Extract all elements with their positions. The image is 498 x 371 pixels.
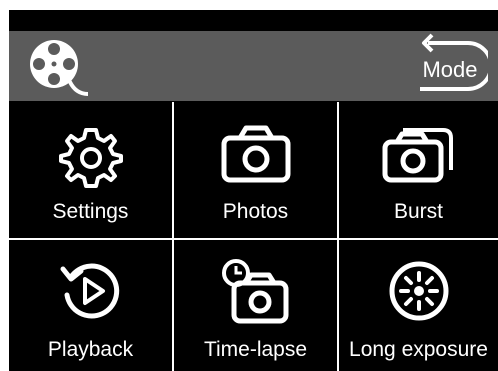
mode-label: Mode <box>422 57 478 82</box>
film-reel-icon <box>30 40 88 96</box>
settings-tile[interactable]: Settings <box>9 102 172 238</box>
aperture-icon <box>389 261 448 321</box>
burst-tile[interactable]: Burst <box>339 102 498 238</box>
time-lapse-label: Time-lapse <box>203 338 308 361</box>
gear-icon <box>58 128 123 188</box>
timer-camera-icon <box>221 259 288 324</box>
time-lapse-tile[interactable]: Time-lapse <box>174 240 337 371</box>
playback-label: Playback <box>47 338 134 361</box>
burst-camera-icon <box>382 128 453 183</box>
burst-label: Burst <box>393 200 443 223</box>
playback-tile[interactable]: Playback <box>9 240 172 371</box>
camera-screen: Mode Settings Photos Burst Playback Time… <box>9 10 498 371</box>
menu-grid: Settings Photos Burst Playback Time-laps… <box>9 102 498 371</box>
photos-tile[interactable]: Photos <box>174 102 337 238</box>
long-exposure-tile[interactable]: Long exposure <box>339 240 498 371</box>
settings-label: Settings <box>52 200 129 223</box>
long-exposure-label: Long exposure <box>349 338 488 361</box>
mode-button[interactable]: Mode <box>416 33 488 99</box>
photos-label: Photos <box>222 200 289 223</box>
camera-icon <box>221 125 290 183</box>
replay-icon <box>60 263 119 319</box>
header-bar: Mode <box>9 31 498 101</box>
